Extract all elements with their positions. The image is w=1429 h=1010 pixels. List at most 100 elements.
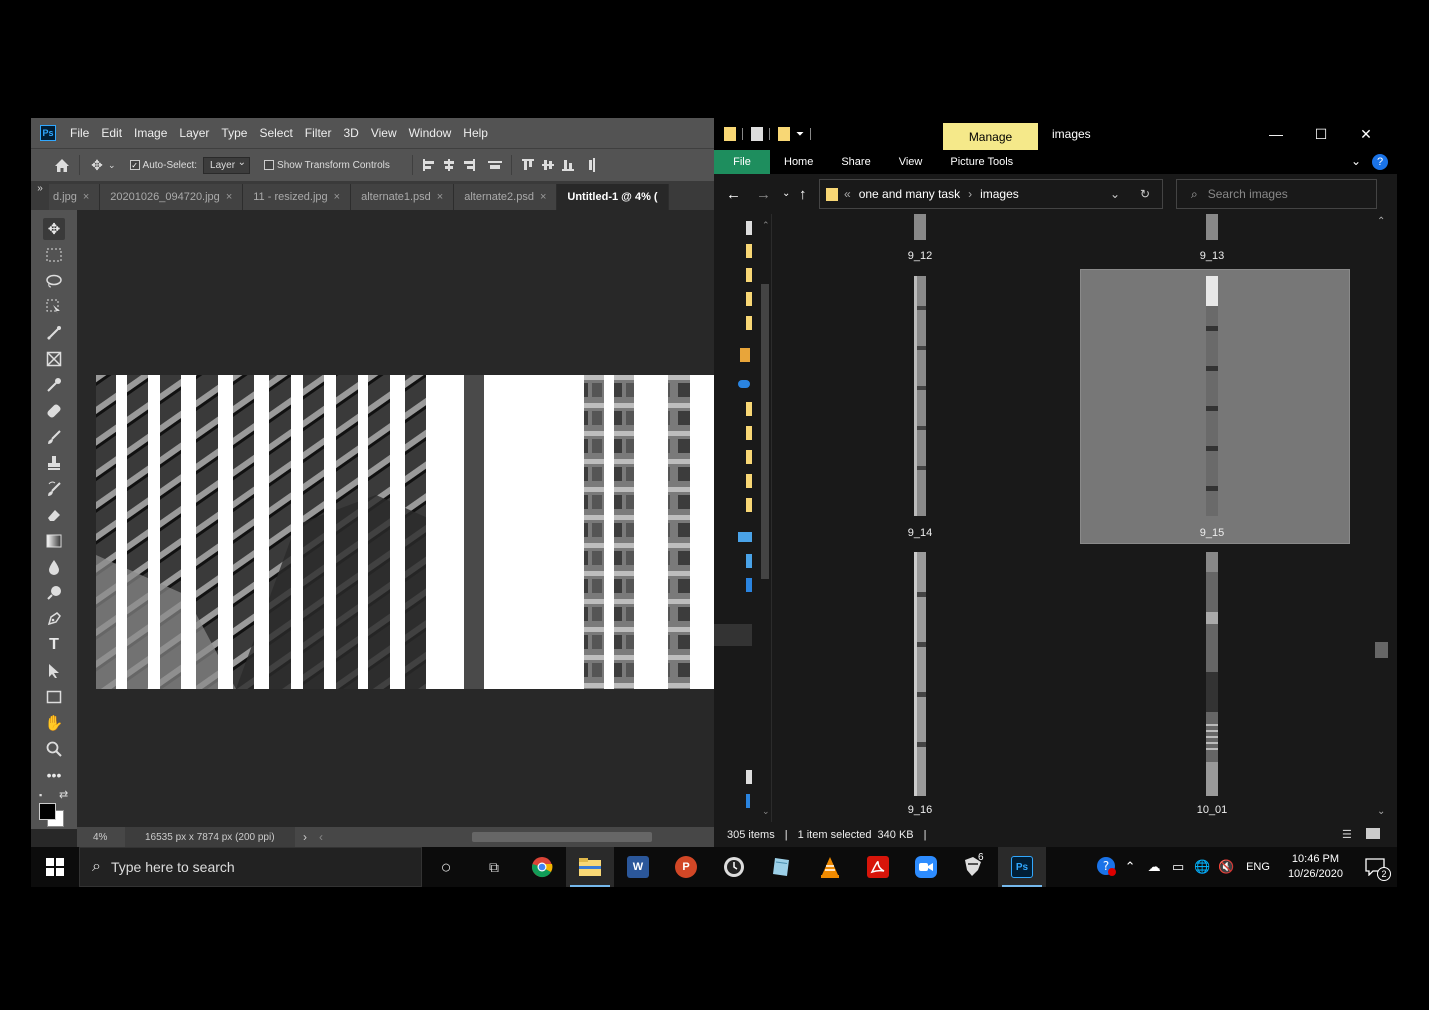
- scrollbar-thumb[interactable]: [1375, 642, 1388, 658]
- file-label[interactable]: 9_16: [870, 804, 970, 816]
- folder-icon[interactable]: [746, 498, 752, 512]
- menu-view[interactable]: View: [365, 126, 403, 140]
- inkscape-icon[interactable]: 6: [950, 847, 998, 887]
- word-icon[interactable]: W: [614, 847, 662, 887]
- show-transform-checkbox[interactable]: Show Transform Controls: [264, 160, 390, 171]
- recent-locations-icon[interactable]: ⌄: [782, 188, 790, 199]
- rectangle-icon[interactable]: [43, 686, 65, 708]
- close-tab-icon[interactable]: ×: [540, 191, 546, 203]
- gradient-icon[interactable]: [43, 530, 65, 552]
- document-canvas[interactable]: [96, 375, 714, 689]
- zoom-icon[interactable]: [43, 738, 65, 760]
- forward-arrow-icon[interactable]: →: [756, 186, 771, 203]
- align-bottom-icon[interactable]: [558, 154, 578, 176]
- menu-select[interactable]: Select: [253, 126, 298, 140]
- address-bar[interactable]: « one and many task › images ⌄ ↻: [819, 179, 1163, 209]
- file-list-scrollbar[interactable]: ⌃ ⌄: [1373, 214, 1391, 822]
- taskbar-clock[interactable]: 10:46 PM 10/26/2020: [1278, 852, 1353, 882]
- menu-help[interactable]: Help: [457, 126, 494, 140]
- file-label[interactable]: 10_01: [1162, 804, 1262, 816]
- windows-start-icon[interactable]: [31, 847, 79, 887]
- menu-filter[interactable]: Filter: [299, 126, 338, 140]
- menu-layer[interactable]: Layer: [173, 126, 215, 140]
- ribbon-tab-share[interactable]: Share: [827, 156, 884, 168]
- doc-tab-active[interactable]: Untitled-1 @ 4% (: [557, 184, 669, 210]
- help-icon[interactable]: ?: [1372, 154, 1388, 170]
- file-explorer-icon[interactable]: [566, 847, 614, 887]
- taskbar-search-box[interactable]: ⌕ Type here to search: [79, 847, 422, 887]
- back-arrow-icon[interactable]: ←: [726, 186, 741, 203]
- scroll-up-icon[interactable]: ⌃: [762, 220, 770, 231]
- quick-access-icon[interactable]: [746, 221, 752, 235]
- volume-muted-icon[interactable]: 🔇: [1214, 859, 1238, 875]
- scroll-up-icon[interactable]: ⌃: [1377, 216, 1385, 227]
- object-select-icon[interactable]: [43, 296, 65, 318]
- nav-scrollbar-thumb[interactable]: [761, 284, 769, 579]
- task-view-icon[interactable]: ⧉: [470, 847, 518, 887]
- cortana-icon[interactable]: ○: [422, 847, 470, 887]
- item-icon[interactable]: [746, 794, 750, 808]
- thumbnail-9-14[interactable]: [914, 276, 926, 516]
- chevron-down-icon[interactable]: ⌄: [108, 160, 116, 171]
- expand-ribbon-icon[interactable]: ⌄: [1351, 154, 1361, 168]
- item-icon[interactable]: [746, 770, 752, 784]
- menu-image[interactable]: Image: [128, 126, 173, 140]
- file-label[interactable]: 9_12: [870, 250, 970, 262]
- close-tab-icon[interactable]: ×: [83, 191, 89, 203]
- lasso-tool-icon[interactable]: [43, 270, 65, 292]
- folder-icon[interactable]: [746, 292, 752, 306]
- customize-qa-icon[interactable]: ⏷: [796, 129, 804, 140]
- history-brush-icon[interactable]: [43, 478, 65, 500]
- creative-cloud-icon[interactable]: [740, 348, 750, 362]
- folder-icon[interactable]: [746, 474, 752, 488]
- distribute-vertical-icon[interactable]: [584, 154, 604, 176]
- minimize-icon[interactable]: —: [1253, 118, 1299, 150]
- address-dropdown-icon[interactable]: ⌄: [1110, 187, 1120, 201]
- drive-icon[interactable]: [746, 554, 752, 568]
- folder-icon[interactable]: [746, 426, 752, 440]
- file-list-pane[interactable]: 9_12 9_13 9_14 9_15 9_16 10_01: [772, 214, 1377, 822]
- battery-icon[interactable]: ▭: [1166, 859, 1190, 875]
- close-tab-icon[interactable]: ×: [226, 191, 232, 203]
- hand-icon[interactable]: ✋: [43, 712, 65, 734]
- status-menu-arrow-icon[interactable]: ›: [303, 830, 307, 844]
- crop-tool-icon[interactable]: [43, 322, 65, 344]
- align-center-icon[interactable]: [439, 154, 459, 176]
- ribbon-tab-file[interactable]: File: [714, 150, 770, 174]
- clock-app-icon[interactable]: [710, 847, 758, 887]
- folder-icon[interactable]: [746, 316, 752, 330]
- cloud-sync-icon[interactable]: ☁: [1142, 859, 1166, 875]
- brush-icon[interactable]: [43, 426, 65, 448]
- powerpoint-icon[interactable]: P: [662, 847, 710, 887]
- onedrive-icon[interactable]: [738, 380, 750, 388]
- foreground-color-swatch[interactable]: [39, 803, 56, 820]
- folder-icon[interactable]: [746, 244, 752, 258]
- chrome-icon[interactable]: [518, 847, 566, 887]
- ribbon-tab-home[interactable]: Home: [770, 156, 827, 168]
- language-indicator[interactable]: ENG: [1238, 861, 1278, 873]
- large-icons-view-icon[interactable]: [1366, 828, 1380, 839]
- align-middle-icon[interactable]: [538, 154, 558, 176]
- new-folder-icon[interactable]: [778, 127, 790, 141]
- help-tray-icon[interactable]: ?: [1094, 856, 1118, 879]
- doc-tab[interactable]: d.jpg ×: [49, 184, 101, 210]
- align-left-icon[interactable]: [419, 154, 439, 176]
- details-view-icon[interactable]: ☰: [1342, 828, 1352, 841]
- move-tool-preset-icon[interactable]: ✥: [86, 154, 108, 176]
- close-icon[interactable]: ✕: [1343, 118, 1389, 150]
- menu-window[interactable]: Window: [403, 126, 458, 140]
- doc-tab[interactable]: alternate2.psd ×: [454, 184, 558, 210]
- swap-colors-icon[interactable]: ⇄: [59, 788, 68, 801]
- hidden-crumbs-icon[interactable]: «: [844, 187, 851, 201]
- type-icon[interactable]: T: [43, 634, 65, 656]
- up-arrow-icon[interactable]: ↑: [799, 186, 807, 203]
- notes-app-icon[interactable]: [758, 847, 806, 887]
- ps-canvas-area[interactable]: [77, 210, 714, 829]
- align-top-icon[interactable]: [518, 154, 538, 176]
- clone-stamp-icon[interactable]: [43, 452, 65, 474]
- close-tab-icon[interactable]: ×: [437, 191, 443, 203]
- file-label[interactable]: 9_15: [1162, 527, 1262, 539]
- photoshop-logo-icon[interactable]: Ps: [40, 125, 56, 141]
- ribbon-tab-picture-tools[interactable]: Picture Tools: [936, 156, 1027, 168]
- frame-tool-icon[interactable]: [43, 348, 65, 370]
